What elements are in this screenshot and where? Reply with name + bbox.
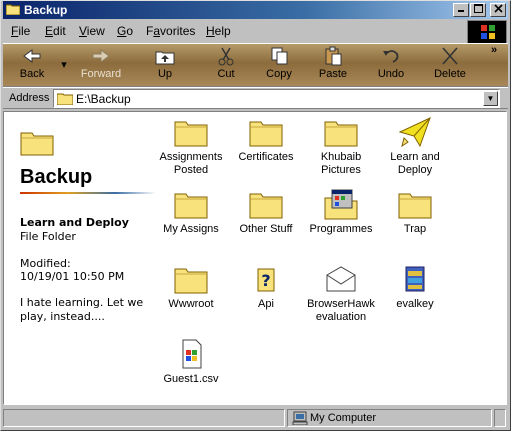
copy-icon	[271, 47, 288, 65]
address-label: Address	[9, 92, 50, 104]
envelope-icon	[326, 266, 356, 292]
paper-plane-folder-icon	[398, 117, 431, 148]
menu-help[interactable]: Help	[206, 24, 231, 38]
file-item-api[interactable]: ? Api	[229, 263, 303, 311]
folder-comment: I hate learning. Let we play, instead...…	[20, 296, 144, 323]
file-item-evalkey[interactable]: evalkey	[378, 263, 452, 311]
selected-item-type: File Folder	[20, 230, 76, 243]
my-computer-icon	[292, 411, 308, 425]
address-path: E:\Backup	[76, 92, 131, 106]
address-input[interactable]: E:\Backup ▼	[53, 89, 500, 108]
folder-icon	[398, 193, 432, 219]
windows-flag-icon	[481, 25, 495, 39]
file-item-guest1-csv[interactable]: Guest1.csv	[154, 338, 228, 386]
delete-x-icon	[442, 47, 458, 65]
folder-icon	[174, 121, 208, 147]
menu-view[interactable]: View	[79, 24, 105, 38]
standard-toolbar: Back ▾ Forward Up Cut Copy Paste Undo De…	[3, 43, 508, 87]
csv-file-icon	[182, 339, 202, 369]
status-pane-zone: My Computer	[287, 409, 492, 427]
web-view-panel: Backup Learn and Deploy File Folder Modi…	[4, 112, 156, 404]
modified-label: Modified:	[20, 257, 71, 270]
minimize-button[interactable]	[453, 3, 469, 17]
folder-icon	[174, 193, 208, 219]
scissors-icon	[218, 47, 234, 66]
title-divider	[20, 192, 156, 194]
folder-icon	[324, 121, 358, 147]
selected-item-name: Learn and Deploy	[20, 216, 129, 229]
file-item-other-stuff[interactable]: Other Stuff	[229, 188, 303, 236]
explorer-window: Backup File Edit View Go Favorites Help …	[0, 0, 511, 431]
undo-icon	[383, 50, 399, 63]
folder-icon	[249, 193, 283, 219]
folder-title: Backup	[20, 166, 93, 188]
copy-button[interactable]: Copy	[259, 46, 299, 86]
paste-button[interactable]: Paste	[313, 46, 353, 86]
delete-button[interactable]: Delete	[429, 46, 471, 86]
file-item-browserhawk-evaluation[interactable]: BrowserHawk evaluation	[304, 263, 378, 324]
folder-icon	[174, 268, 208, 294]
svg-text:?: ?	[261, 271, 270, 290]
file-item-my-assigns[interactable]: My Assigns	[154, 188, 228, 236]
folder-icon	[57, 93, 73, 105]
status-bar: My Computer	[3, 407, 508, 428]
program-folder-icon	[324, 189, 358, 220]
file-item-khubaib-pictures[interactable]: Khubaib Pictures	[304, 116, 378, 177]
file-item-assignments-posted[interactable]: Assignments Posted	[154, 116, 228, 177]
file-item-learn-and-deploy[interactable]: Learn and Deploy	[378, 116, 452, 177]
help-file-icon: ?	[257, 268, 275, 292]
menu-favorites[interactable]: Favorites	[146, 24, 195, 38]
up-folder-icon	[155, 51, 175, 65]
status-zone-text: My Computer	[310, 412, 377, 424]
modified-value: 10/19/01 10:50 PM	[20, 270, 125, 283]
toolbar-chevron-icon[interactable]: »	[491, 44, 497, 56]
menu-bar: File Edit View Go Favorites Help	[3, 21, 508, 41]
file-item-certificates[interactable]: Certificates	[229, 116, 303, 164]
undo-button[interactable]: Undo	[371, 46, 411, 86]
resize-grip[interactable]	[494, 409, 506, 427]
file-item-trap[interactable]: Trap	[378, 188, 452, 236]
folder-icon	[6, 4, 20, 15]
window-title: Backup	[24, 3, 68, 17]
status-pane-info	[3, 409, 285, 427]
file-item-programmes[interactable]: Programmes	[304, 188, 378, 236]
windows-logo	[467, 20, 507, 44]
back-arrow-icon	[23, 49, 41, 63]
clipboard-icon	[325, 46, 342, 66]
archive-icon	[405, 266, 425, 292]
forward-arrow-icon	[92, 49, 110, 63]
folder-icon	[20, 132, 54, 156]
folder-icon	[249, 121, 283, 147]
maximize-button[interactable]	[470, 3, 486, 17]
address-bar: Address E:\Backup ▼	[3, 87, 508, 109]
cut-button[interactable]: Cut	[206, 46, 246, 86]
menu-edit[interactable]: Edit	[45, 24, 66, 38]
back-button[interactable]: Back	[9, 46, 55, 86]
title-bar[interactable]: Backup	[3, 1, 508, 19]
close-button[interactable]	[490, 3, 506, 17]
address-dropdown-button[interactable]: ▼	[483, 91, 498, 106]
file-item-wwwroot[interactable]: Wwwroot	[154, 263, 228, 311]
menu-go[interactable]: Go	[117, 24, 133, 38]
forward-button[interactable]: Forward	[75, 46, 127, 86]
folder-view: Backup Learn and Deploy File Folder Modi…	[3, 111, 507, 405]
up-button[interactable]: Up	[145, 46, 185, 86]
menu-file[interactable]: File	[11, 24, 30, 38]
